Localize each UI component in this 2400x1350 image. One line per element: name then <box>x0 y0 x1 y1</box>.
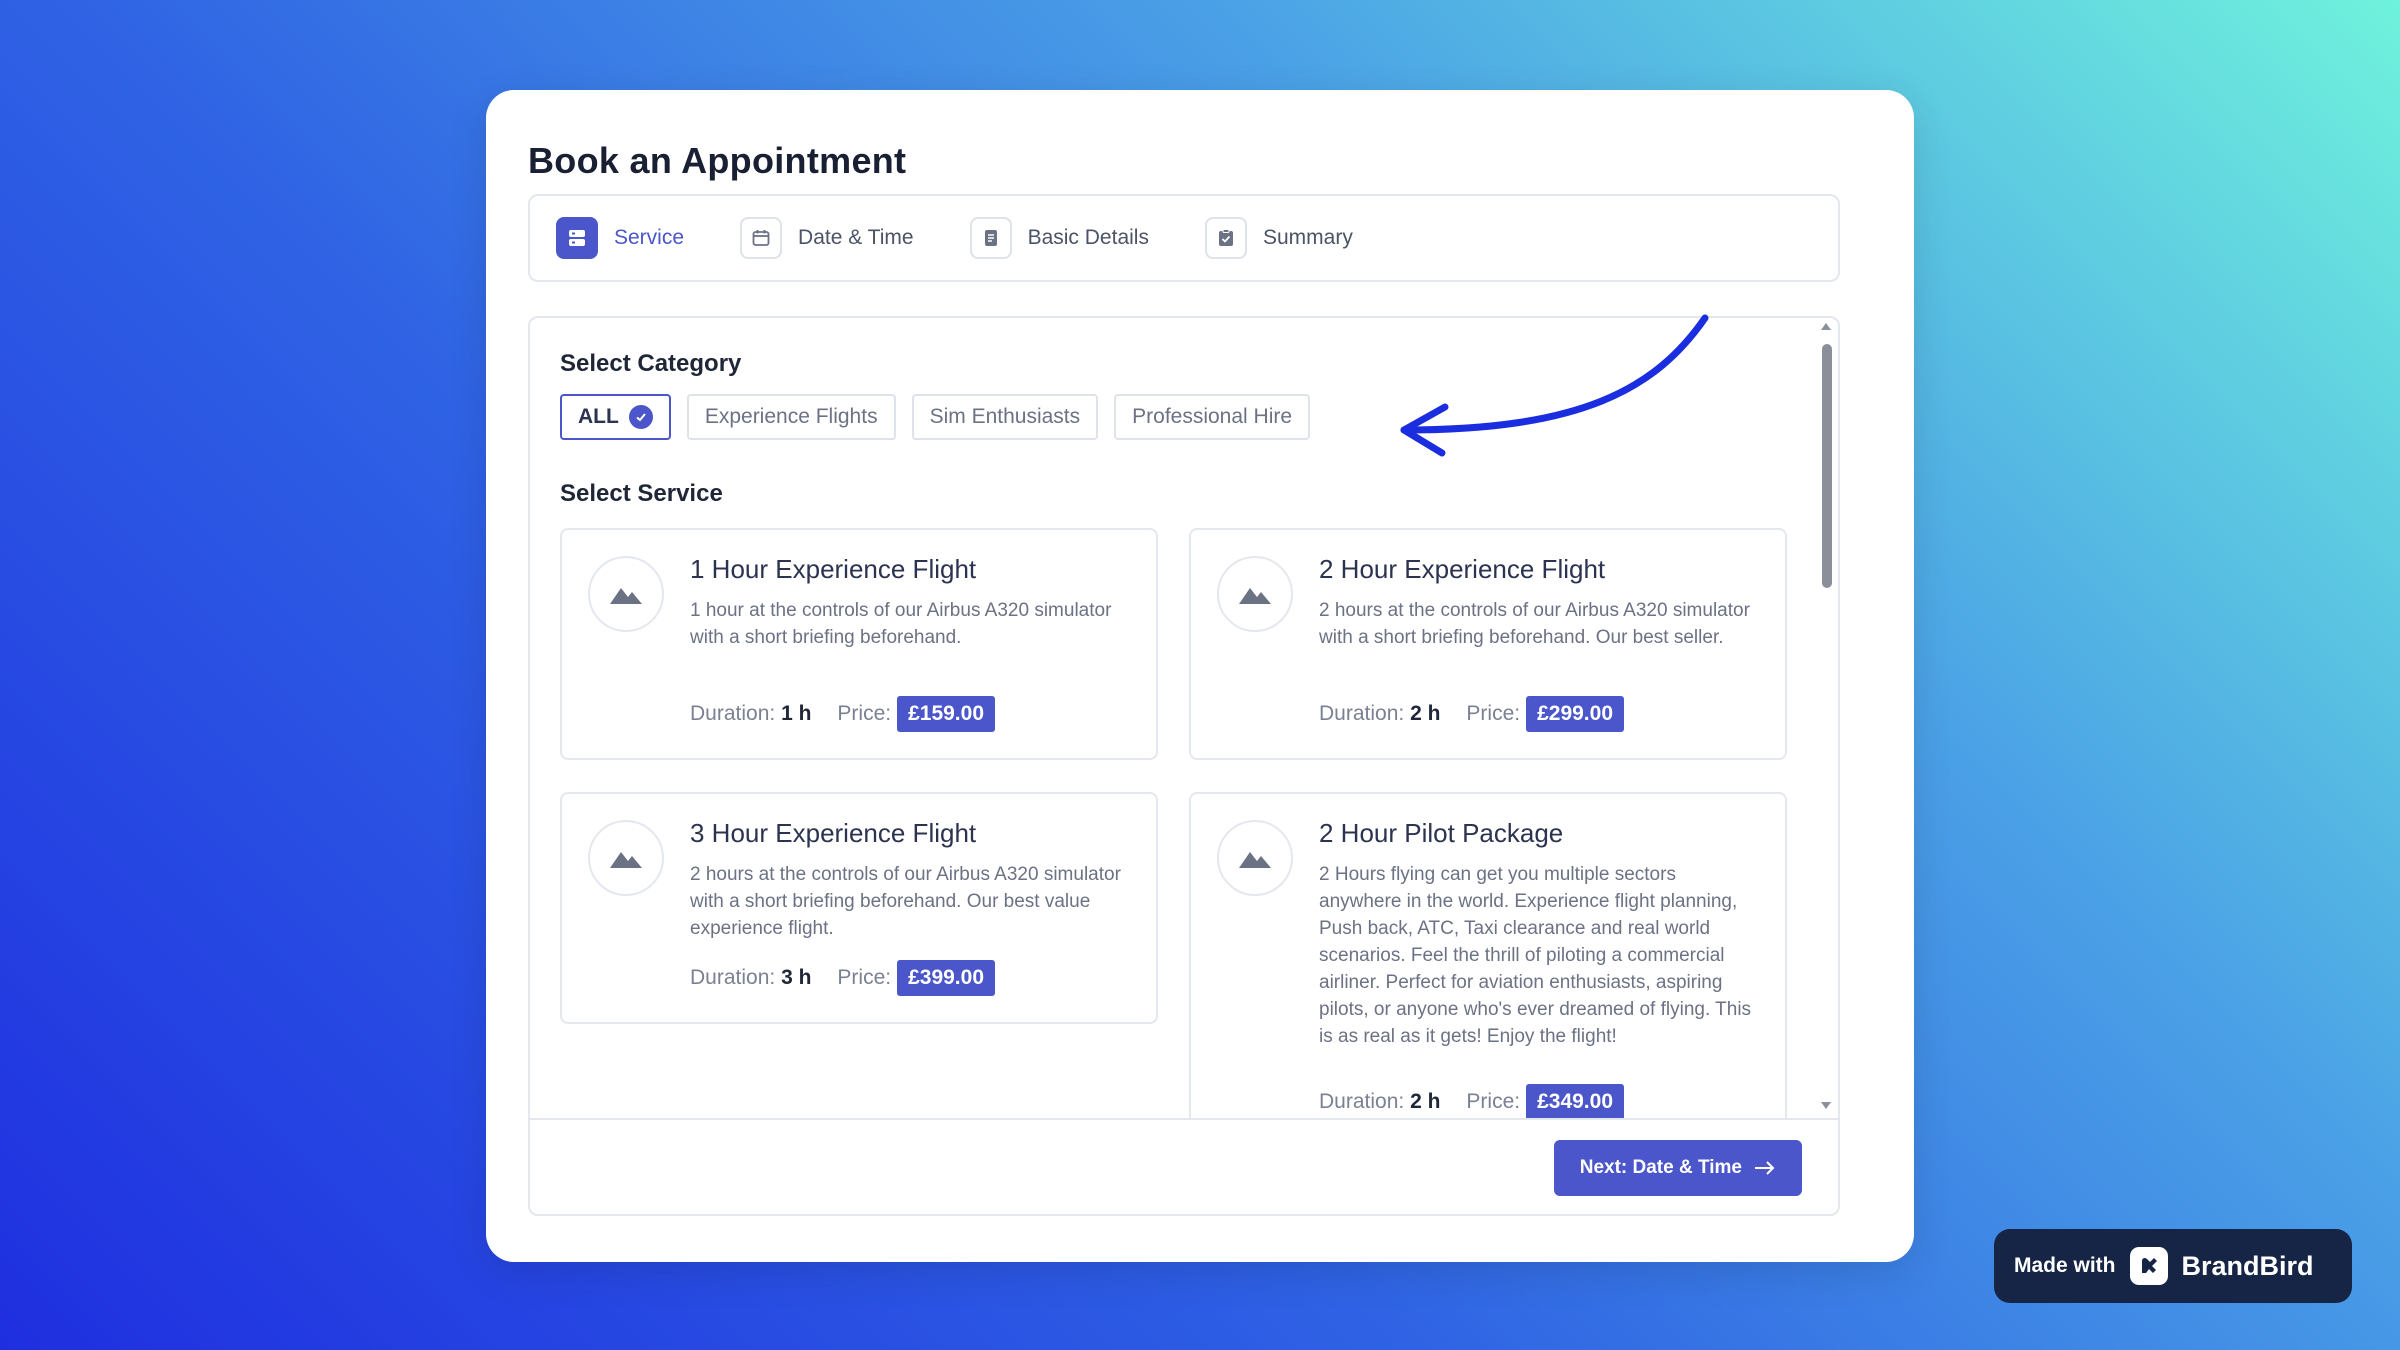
service-name: 3 Hour Experience Flight <box>690 818 977 848</box>
chip-label: Sim Enthusiasts <box>929 405 1081 428</box>
chip-label: Professional Hire <box>1132 405 1293 428</box>
mountain-image-icon <box>1217 556 1293 632</box>
service-price: Price: £399.00 <box>837 960 996 996</box>
category-chip-professional-hire[interactable]: Professional Hire <box>1114 394 1311 440</box>
step-basic-details[interactable]: Basic Details <box>969 217 1149 259</box>
service-price: Price: £159.00 <box>837 696 996 732</box>
chip-label: ALL <box>578 405 619 428</box>
annotation-arrow-icon <box>1400 314 1709 457</box>
service-description: 2 hours at the controls of our Airbus A3… <box>690 864 1121 939</box>
service-name: 2 Hour Pilot Package <box>1319 818 1564 848</box>
service-icon <box>556 217 598 259</box>
category-chip-sim-enthusiasts[interactable]: Sim Enthusiasts <box>911 394 1099 440</box>
service-meta: Duration: 1 h Price: £159.00 <box>690 696 996 732</box>
checklist-icon <box>1204 217 1247 259</box>
service-body: 1 Hour Experience Flight 1 hour at the c… <box>690 554 1128 651</box>
step-service[interactable]: Service <box>556 217 684 259</box>
arrow-right-icon <box>1755 1161 1775 1175</box>
booking-card: Book an Appointment Service Date & Time … <box>486 90 1914 1262</box>
document-icon <box>969 217 1012 259</box>
service-description: 2 Hours flying can get you multiple sect… <box>1319 864 1752 1047</box>
service-body: 2 Hour Experience Flight 2 hours at the … <box>1319 554 1757 651</box>
service-meta: Duration: 2 h Price: £349.00 <box>1319 1084 1625 1118</box>
badge-brand: BrandBird <box>2181 1250 2314 1281</box>
select-category-title: Select Category <box>560 350 742 377</box>
mountain-image-icon <box>588 820 664 896</box>
category-chip-all[interactable]: ALL <box>560 394 671 440</box>
service-name: 2 Hour Experience Flight <box>1319 554 1606 584</box>
made-with-badge[interactable]: Made with BrandBird <box>1994 1229 2352 1303</box>
service-price: Price: £299.00 <box>1466 696 1625 732</box>
page-title: Book an Appointment <box>528 140 907 181</box>
step-label: Service <box>614 226 685 249</box>
service-meta: Duration: 3 h Price: £399.00 <box>690 960 996 996</box>
service-card[interactable]: 2 Hour Experience Flight 2 hours at the … <box>1189 528 1787 760</box>
service-price: Price: £349.00 <box>1466 1084 1625 1118</box>
price-badge: £349.00 <box>1526 1084 1625 1118</box>
price-badge: £399.00 <box>897 960 996 996</box>
scroll-down-icon[interactable] <box>1820 1100 1832 1112</box>
category-chip-experience-flights[interactable]: Experience Flights <box>686 394 896 440</box>
select-service-title: Select Service <box>560 480 723 507</box>
vertical-scrollbar[interactable] <box>1820 318 1832 1118</box>
booking-stepper: Service Date & Time Basic Details Summar… <box>528 194 1840 282</box>
price-badge: £299.00 <box>1526 696 1625 732</box>
service-duration: Duration: 1 h <box>690 702 812 725</box>
step-date-time[interactable]: Date & Time <box>740 217 914 259</box>
service-body: 2 Hour Pilot Package 2 Hours flying can … <box>1319 818 1757 1050</box>
step-label: Date & Time <box>798 226 914 249</box>
category-chips: ALL Experience Flights Sim Enthusiasts P… <box>560 394 1311 440</box>
mountain-image-icon <box>1217 820 1293 896</box>
service-name: 1 Hour Experience Flight <box>690 554 977 584</box>
step-summary[interactable]: Summary <box>1204 217 1353 259</box>
scrollbar-thumb[interactable] <box>1822 344 1832 588</box>
service-duration: Duration: 2 h <box>1319 1090 1441 1113</box>
mountain-image-icon <box>588 556 664 632</box>
service-card[interactable]: 3 Hour Experience Flight 2 hours at the … <box>560 792 1158 1024</box>
calendar-icon <box>740 217 783 259</box>
check-circle-icon <box>628 405 653 429</box>
badge-made-with: Made with <box>2014 1254 2116 1277</box>
service-description: 1 hour at the controls of our Airbus A32… <box>690 600 1112 648</box>
scroll-up-icon[interactable] <box>1820 320 1832 332</box>
price-badge: £159.00 <box>897 696 996 732</box>
service-duration: Duration: 3 h <box>690 966 812 989</box>
service-body: 3 Hour Experience Flight 2 hours at the … <box>690 818 1128 942</box>
service-duration: Duration: 2 h <box>1319 702 1441 725</box>
service-card[interactable]: 1 Hour Experience Flight 1 hour at the c… <box>560 528 1158 760</box>
service-description: 2 hours at the controls of our Airbus A3… <box>1319 600 1750 648</box>
brandbird-logo-icon <box>2129 1247 2168 1285</box>
next-button-label: Next: Date & Time <box>1579 1157 1742 1178</box>
service-meta: Duration: 2 h Price: £299.00 <box>1319 696 1625 732</box>
next-date-time-button[interactable]: Next: Date & Time <box>1553 1140 1802 1196</box>
panel-footer: Next: Date & Time <box>530 1118 1838 1214</box>
chip-label: Experience Flights <box>704 405 878 428</box>
service-card[interactable]: 2 Hour Pilot Package 2 Hours flying can … <box>1189 792 1787 1118</box>
step-label: Summary <box>1262 226 1353 249</box>
step-label: Basic Details <box>1027 226 1149 249</box>
